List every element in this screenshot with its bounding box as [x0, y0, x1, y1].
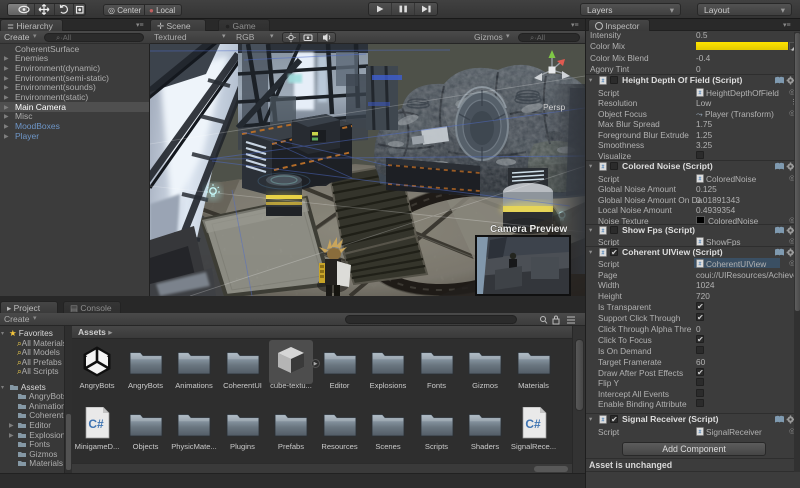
svg-text:#: # [602, 418, 605, 424]
svg-text:#: # [699, 262, 702, 268]
svg-text:#: # [602, 165, 605, 171]
svg-text:#: # [699, 176, 702, 182]
svg-text:Camera Preview: Camera Preview [490, 224, 567, 235]
svg-text:Persp: Persp [543, 102, 565, 112]
svg-text:#: # [699, 429, 702, 435]
svg-text:#: # [699, 90, 702, 96]
svg-text:#: # [602, 79, 605, 85]
svg-text:#: # [699, 239, 702, 245]
svg-text:#: # [602, 229, 605, 235]
svg-text:#: # [602, 250, 605, 256]
